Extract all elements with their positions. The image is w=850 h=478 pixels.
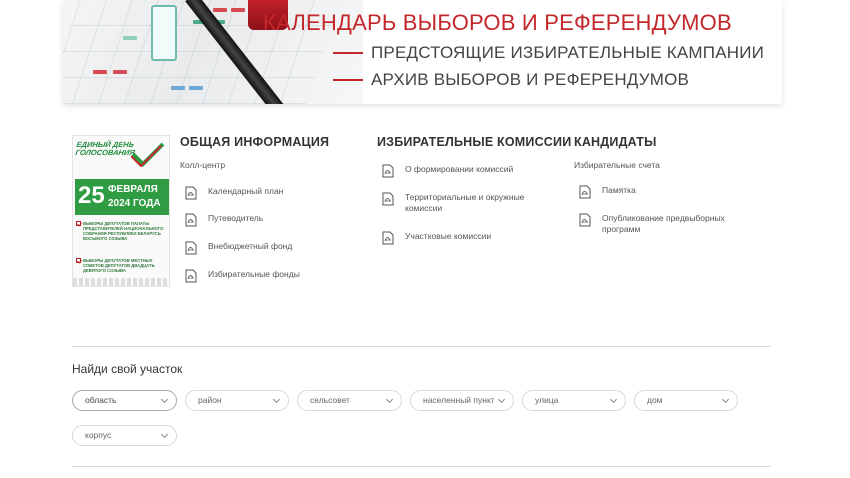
pdf-file-icon	[579, 185, 591, 199]
red-dash	[333, 52, 363, 54]
promo-item-parliament: ВЫБОРЫ ДЕПУТАТОВ ПАЛАТЫ ПРЕДСТАВИТЕЛЕЙ Н…	[76, 221, 168, 241]
call-center-link[interactable]: Колл-центр	[180, 160, 329, 170]
general-info-heading: ОБЩАЯ ИНФОРМАЦИЯ	[180, 135, 330, 149]
election-accounts-link[interactable]: Избирательные счета	[574, 160, 660, 170]
district-select[interactable]: район	[185, 390, 289, 411]
elections-archive-link[interactable]: АРХИВ ВЫБОРОВ И РЕФЕРЕНДУМОВ	[333, 70, 689, 90]
village-council-select[interactable]: сельсовет	[297, 390, 402, 411]
pdf-file-icon	[185, 213, 197, 227]
building-select[interactable]: корпус	[72, 425, 177, 446]
doc-program-publication[interactable]: Опубликование предвыборных программ	[579, 213, 742, 235]
doc-precinct-commissions[interactable]: Участковые комиссии	[382, 231, 491, 245]
doc-calendar-plan[interactable]: Календарный план	[185, 186, 283, 200]
checkmark-icon	[131, 142, 165, 168]
doc-election-funds[interactable]: Избирательные фонды	[185, 269, 300, 283]
chevron-down-icon	[160, 395, 169, 404]
chevron-down-icon	[721, 395, 730, 404]
region-select[interactable]: область	[72, 390, 177, 411]
settlement-select[interactable]: населенный пункт	[410, 390, 514, 411]
voting-date-box: 25 ФЕВРАЛЯ 2024 ГОДА	[75, 179, 169, 215]
promo-item-local-councils: ВЫБОРЫ ДЕПУТАТОВ МЕСТНЫХ СОВЕТОВ ДЕПУТАТ…	[76, 258, 168, 273]
doc-territorial-commissions[interactable]: Территориальные и окружные комиссии	[382, 192, 555, 214]
pdf-file-icon	[579, 213, 591, 227]
chevron-down-icon	[497, 395, 506, 404]
elections-calendar-banner[interactable]: КАЛЕНДАРЬ ВЫБОРОВ И РЕФЕРЕНДУМОВ ПРЕДСТО…	[63, 0, 782, 104]
chevron-down-icon	[609, 395, 618, 404]
unified-voting-day-promo[interactable]: ЕДИНЫЙ ДЕНЬ ГОЛОСОВАНИЯ 25 ФЕВРАЛЯ 2024 …	[72, 135, 170, 287]
pdf-file-icon	[185, 269, 197, 283]
chevron-down-icon	[160, 430, 169, 439]
upcoming-campaigns-link[interactable]: ПРЕДСТОЯЩИЕ ИЗБИРАТЕЛЬНЫЕ КАМПАНИИ	[333, 43, 764, 63]
banner-title[interactable]: КАЛЕНДАРЬ ВЫБОРОВ И РЕФЕРЕНДУМОВ	[263, 10, 732, 36]
doc-commission-formation[interactable]: О формировании комиссий	[382, 164, 513, 178]
general-info-column: ОБЩАЯ ИНФОРМАЦИЯ Колл-центр	[180, 135, 329, 170]
commissions-heading: ИЗБИРАТЕЛЬНЫЕ КОМИССИИ	[377, 135, 572, 149]
doc-extrabudgetary-fund[interactable]: Внебюджетный фонд	[185, 241, 292, 255]
candidates-column: КАНДИДАТЫ Избирательные счета	[574, 135, 660, 170]
ornament-strip	[73, 278, 169, 286]
pdf-file-icon	[185, 241, 197, 255]
house-select[interactable]: дом	[634, 390, 738, 411]
commissions-column: ИЗБИРАТЕЛЬНЫЕ КОМИССИИ	[377, 135, 571, 149]
unified-voting-day-logo: ЕДИНЫЙ ДЕНЬ ГОЛОСОВАНИЯ	[73, 136, 169, 176]
divider	[72, 466, 771, 467]
pdf-file-icon	[382, 164, 394, 178]
doc-memo[interactable]: Памятка	[579, 185, 636, 199]
candidates-heading: КАНДИДАТЫ	[574, 135, 657, 149]
red-dash	[333, 79, 363, 81]
divider	[72, 346, 771, 347]
chevron-down-icon	[272, 395, 281, 404]
street-select[interactable]: улица	[522, 390, 626, 411]
doc-guide[interactable]: Путеводитель	[185, 213, 263, 227]
pdf-file-icon	[382, 231, 394, 245]
find-precinct-heading: Найди свой участок	[72, 362, 183, 376]
pdf-file-icon	[185, 186, 197, 200]
chevron-down-icon	[385, 395, 394, 404]
pdf-file-icon	[382, 192, 394, 206]
